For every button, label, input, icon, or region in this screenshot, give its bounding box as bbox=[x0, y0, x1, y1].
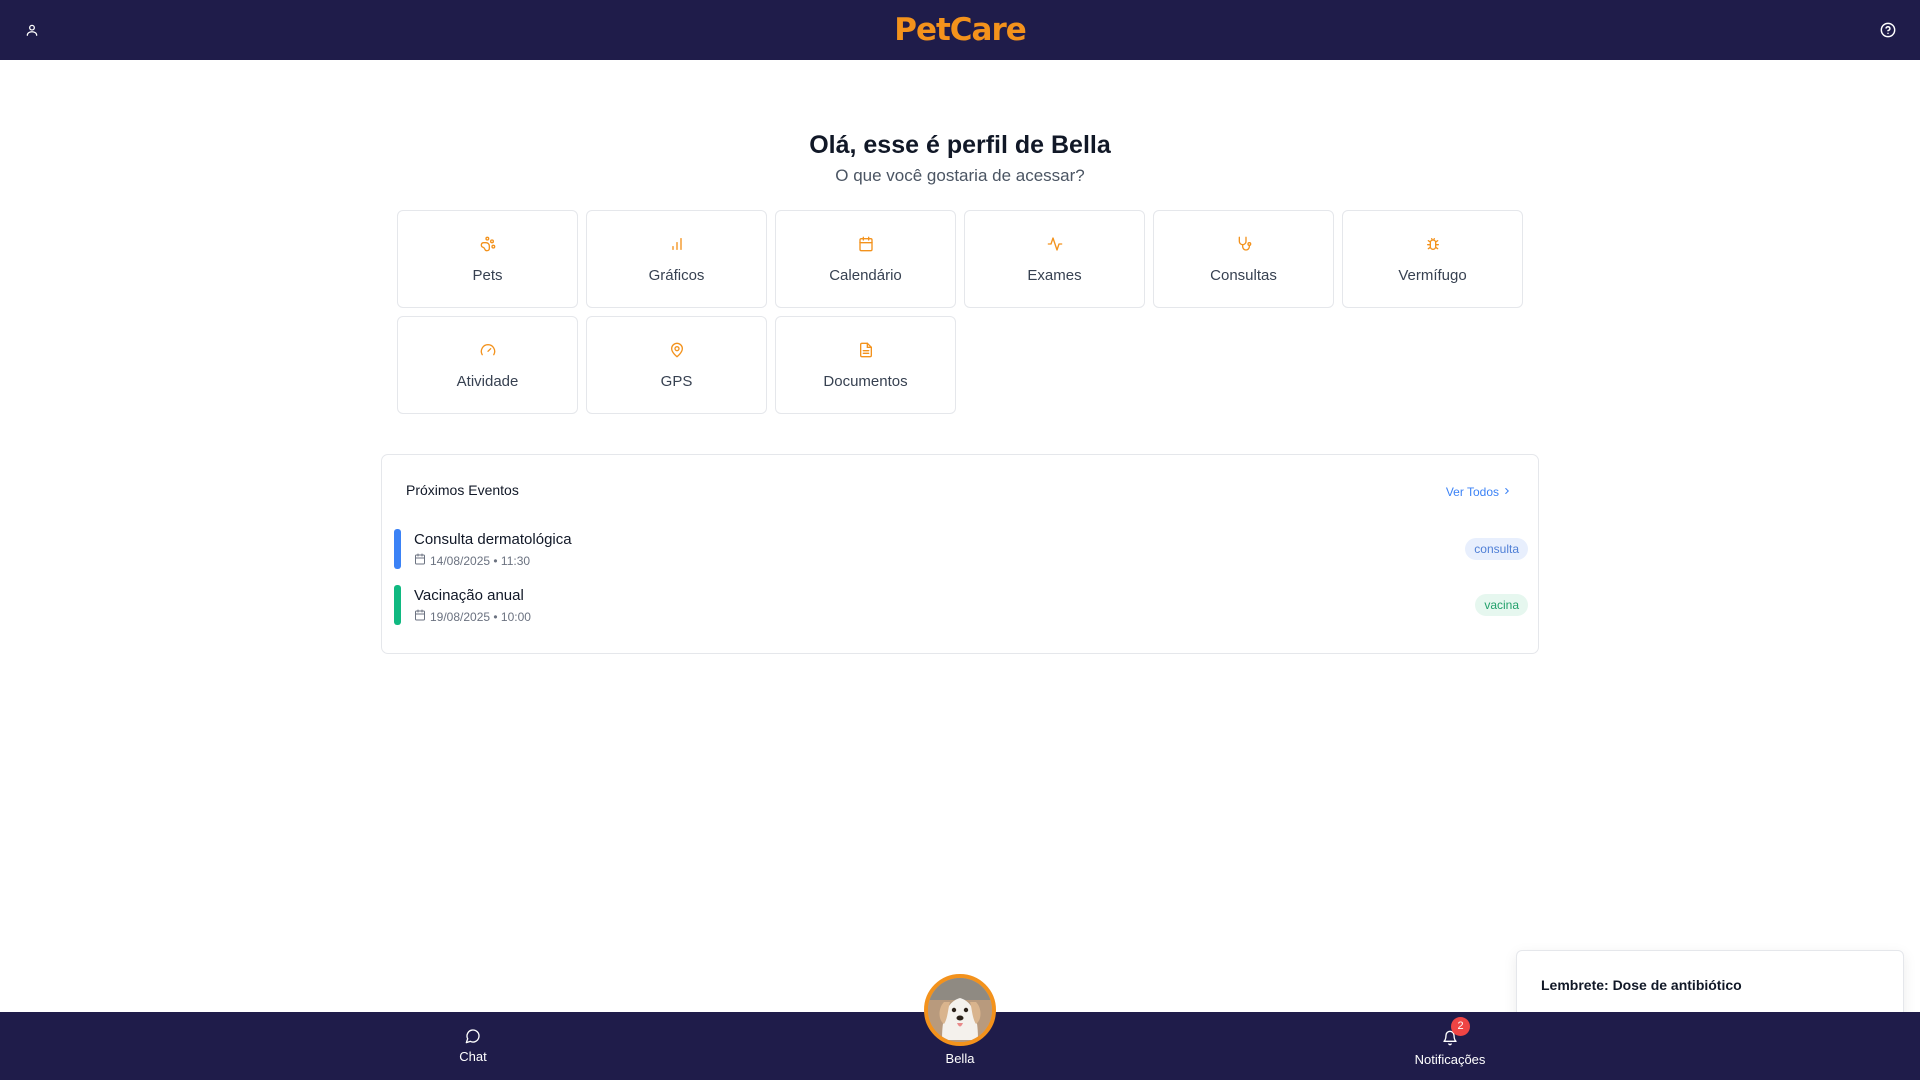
event-meta: 14/08/2025 • 11:30 bbox=[414, 553, 530, 568]
help-circle-icon[interactable] bbox=[1876, 18, 1900, 42]
event-color-bar bbox=[394, 529, 401, 569]
calendar-icon bbox=[857, 235, 875, 253]
menu-card-consultas[interactable]: Consultas bbox=[1153, 210, 1334, 308]
calendar-icon bbox=[414, 609, 426, 624]
menu-card-label: Gráficos bbox=[648, 266, 705, 284]
event-meta: 19/08/2025 • 10:00 bbox=[414, 609, 531, 624]
menu-card-label: Documentos bbox=[823, 372, 908, 390]
nav-pet-label: Bella bbox=[945, 1051, 975, 1066]
menu-card-gps[interactable]: GPS bbox=[586, 316, 767, 414]
menu-card-label: Exames bbox=[1027, 266, 1082, 284]
event-row[interactable]: Consulta dermatológica 14/08/2025 • 11:3… bbox=[394, 529, 1528, 569]
toast-title: Lembrete: Dose de antibiótico bbox=[1541, 977, 1742, 993]
menu-grid: Pets Gráficos Calendário Exames Consulta… bbox=[397, 210, 1523, 414]
bug-icon bbox=[1424, 235, 1442, 253]
activity-icon bbox=[1046, 235, 1064, 253]
calendar-icon bbox=[414, 553, 426, 568]
bar-chart-icon bbox=[668, 235, 686, 253]
menu-card-label: Vermífugo bbox=[1398, 266, 1467, 284]
dog-photo bbox=[928, 978, 992, 1042]
event-date: 14/08/2025 • 11:30 bbox=[430, 553, 531, 568]
upcoming-events-card: Próximos Eventos Ver Todos Consulta derm… bbox=[381, 454, 1539, 654]
menu-card-label: Pets bbox=[472, 266, 503, 284]
event-title: Vacinação anual bbox=[414, 587, 524, 604]
nav-notifications[interactable]: 2 Notificações bbox=[1405, 1014, 1495, 1080]
user-icon[interactable] bbox=[20, 18, 44, 42]
view-all-label: Ver Todos bbox=[1445, 485, 1499, 499]
menu-card-label: Consultas bbox=[1210, 266, 1277, 284]
menu-card-label: Atividade bbox=[456, 372, 519, 390]
menu-card-vermifugo[interactable]: Vermífugo bbox=[1342, 210, 1523, 308]
pet-avatar[interactable] bbox=[924, 974, 996, 1046]
file-text-icon bbox=[857, 341, 875, 359]
page-title: Olá, esse é perfil de Bella bbox=[809, 131, 1111, 159]
menu-card-pets[interactable]: Pets bbox=[397, 210, 578, 308]
event-color-bar bbox=[394, 585, 401, 625]
menu-card-calendario[interactable]: Calendário bbox=[775, 210, 956, 308]
bell-icon: 2 bbox=[1442, 1016, 1470, 1049]
event-row[interactable]: Vacinação anual 19/08/2025 • 10:00 vacin… bbox=[394, 585, 1528, 625]
menu-card-label: GPS bbox=[660, 372, 693, 390]
chevron-right-icon bbox=[1502, 485, 1512, 499]
nav-notifications-label: Notificações bbox=[1414, 1051, 1486, 1067]
chat-bubble-icon bbox=[465, 1028, 481, 1047]
gauge-icon bbox=[479, 341, 497, 359]
view-all-link[interactable]: Ver Todos bbox=[1446, 485, 1512, 499]
stethoscope-icon bbox=[1235, 235, 1253, 253]
events-title: Próximos Eventos bbox=[406, 482, 519, 498]
event-date: 19/08/2025 • 10:00 bbox=[430, 609, 531, 624]
menu-card-documentos[interactable]: Documentos bbox=[775, 316, 956, 414]
menu-card-exames[interactable]: Exames bbox=[964, 210, 1145, 308]
nav-chat-label: Chat bbox=[459, 1049, 487, 1064]
menu-card-graficos[interactable]: Gráficos bbox=[586, 210, 767, 308]
paw-icon bbox=[479, 235, 497, 253]
app-logo[interactable]: PetCare bbox=[894, 12, 1027, 48]
top-bar: PetCare bbox=[0, 0, 1920, 60]
event-title: Consulta dermatológica bbox=[414, 531, 572, 548]
event-type-badge: consulta bbox=[1465, 538, 1528, 560]
map-pin-icon bbox=[668, 341, 686, 359]
greeting: Olá, esse é perfil de Bella O que você g… bbox=[0, 128, 1920, 186]
nav-chat[interactable]: Chat bbox=[438, 1012, 508, 1080]
event-type-badge: vacina bbox=[1475, 594, 1528, 616]
page-subtitle: O que você gostaria de acessar? bbox=[835, 166, 1085, 185]
notification-count-badge: 2 bbox=[1451, 1016, 1470, 1036]
menu-card-label: Calendário bbox=[829, 266, 902, 284]
menu-card-atividade[interactable]: Atividade bbox=[397, 316, 578, 414]
